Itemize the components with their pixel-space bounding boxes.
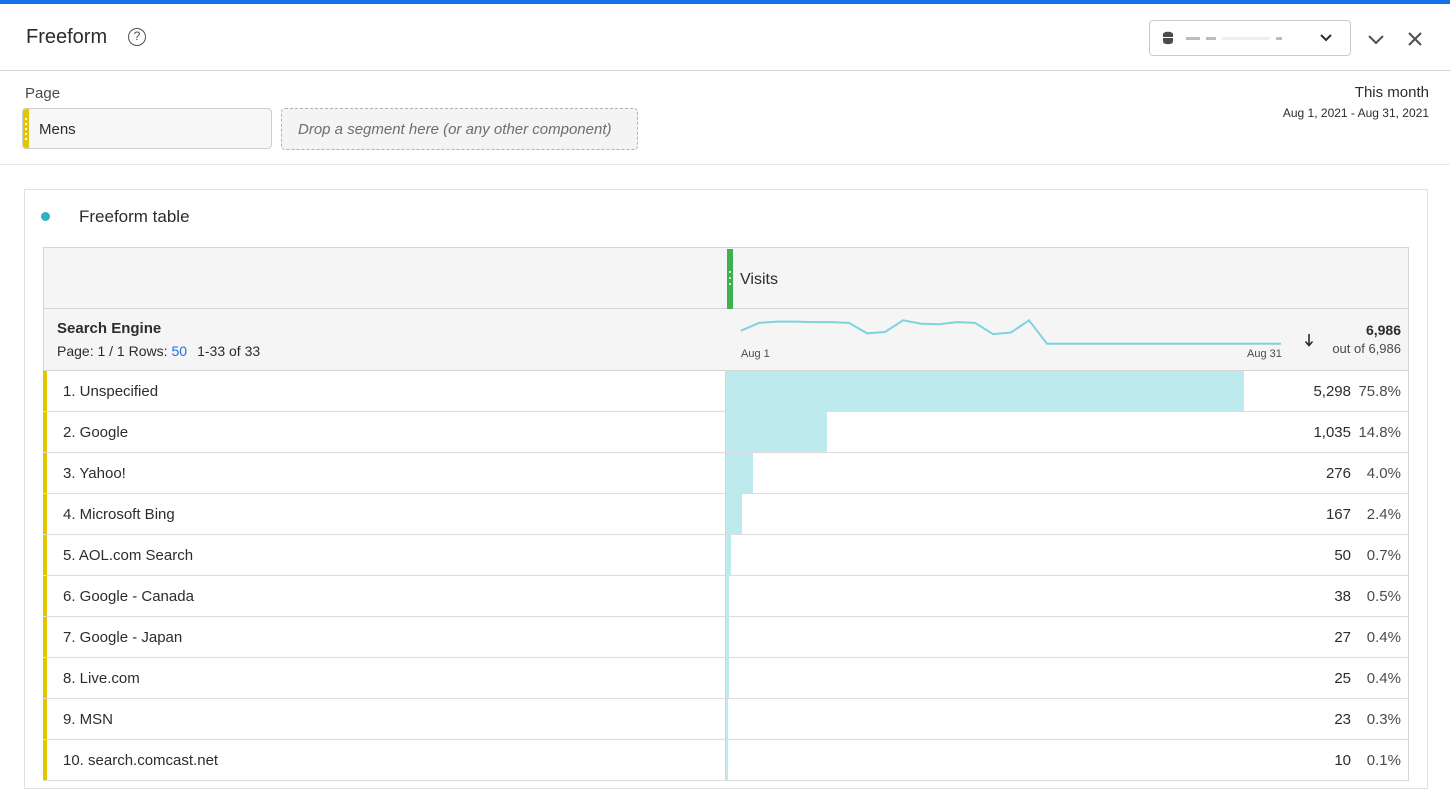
- metric-total-value: 6,986: [1365, 322, 1401, 338]
- sparkline-path: [740, 318, 1281, 345]
- page-title: Freeform: [26, 26, 108, 48]
- row-percent: 4.0%: [1366, 465, 1401, 482]
- row-segment-indicator: [43, 453, 47, 493]
- row-value-bar: [726, 617, 729, 657]
- row-value: 23: [1334, 711, 1351, 728]
- row-label[interactable]: 3. Yahoo!: [63, 465, 126, 482]
- row-percent: 0.1%: [1366, 752, 1401, 769]
- row-value-bar: [726, 535, 731, 575]
- row-segment-indicator: [43, 740, 47, 780]
- table-row[interactable]: 3. Yahoo! 276 4.0%: [43, 453, 1409, 494]
- page-segment-label: Page: [25, 85, 61, 102]
- panel-header: Freeform ?: [0, 4, 1450, 71]
- visits-sparkline: [740, 318, 1281, 345]
- table-row[interactable]: 2. Google 1,035 14.8%: [43, 412, 1409, 453]
- row-value: 10: [1334, 752, 1351, 769]
- metric-total-sub: out of 6,986: [1332, 341, 1401, 356]
- row-value-bar: [726, 412, 827, 452]
- table-row[interactable]: 4. Microsoft Bing 167 2.4%: [43, 494, 1409, 535]
- rows-per-page-select[interactable]: 50: [172, 343, 188, 359]
- row-label[interactable]: 1. Unspecified: [63, 383, 158, 400]
- segment-drag-handle[interactable]: [23, 109, 29, 148]
- data-source-picker[interactable]: [1149, 20, 1351, 56]
- panel-title[interactable]: Freeform table: [79, 207, 190, 227]
- pager-page-text: Page: 1 / 1 Rows:: [57, 343, 168, 359]
- row-value: 27: [1334, 629, 1351, 646]
- row-label[interactable]: 8. Live.com: [63, 670, 140, 687]
- row-value: 50: [1334, 547, 1351, 564]
- row-value: 38: [1334, 588, 1351, 605]
- row-label[interactable]: 9. MSN: [63, 711, 113, 728]
- row-value: 167: [1325, 506, 1351, 523]
- metric-column-header[interactable]: Visits: [740, 271, 778, 289]
- metric-header-row: Visits: [43, 247, 1409, 310]
- close-icon[interactable]: [1407, 31, 1423, 47]
- row-percent: 75.8%: [1358, 383, 1401, 400]
- row-value: 5,298: [1313, 383, 1351, 400]
- row-percent: 2.4%: [1366, 506, 1401, 523]
- row-segment-indicator: [43, 699, 47, 739]
- table-row[interactable]: 6. Google - Canada 38 0.5%: [43, 576, 1409, 617]
- row-segment-indicator: [43, 371, 47, 411]
- row-label[interactable]: 2. Google: [63, 424, 128, 441]
- row-value-bar: [726, 658, 729, 698]
- row-segment-indicator: [43, 576, 47, 616]
- panel-status-dot: [41, 212, 50, 221]
- dimension-name[interactable]: Search Engine: [57, 320, 161, 337]
- dimension-header-row: Search Engine Page: 1 / 1 Rows: 50 1-33 of…: [43, 309, 1409, 371]
- row-label[interactable]: 4. Microsoft Bing: [63, 506, 175, 523]
- table-row[interactable]: 5. AOL.com Search 50 0.7%: [43, 535, 1409, 576]
- metric-drag-handle[interactable]: [727, 249, 733, 310]
- row-percent: 0.7%: [1366, 547, 1401, 564]
- row-value-bar: [726, 453, 753, 493]
- segment-chip-mens[interactable]: Mens: [22, 108, 272, 149]
- pagination: Page: 1 / 1 Rows: 50 1-33 of 33: [57, 343, 260, 359]
- row-value-bar: [726, 371, 1244, 411]
- row-segment-indicator: [43, 658, 47, 698]
- database-icon: [1163, 31, 1173, 45]
- segment-chip-label: Mens: [39, 121, 76, 138]
- row-label[interactable]: 5. AOL.com Search: [63, 547, 193, 564]
- data-source-label: [1186, 30, 1306, 46]
- sparkline-start-label: Aug 1: [741, 348, 770, 360]
- table-row[interactable]: 9. MSN 23 0.3%: [43, 699, 1409, 740]
- row-value-bar: [726, 699, 728, 739]
- row-value-bar: [726, 740, 728, 780]
- help-icon[interactable]: ?: [128, 28, 146, 46]
- collapse-chevron-icon[interactable]: [1368, 34, 1384, 45]
- date-range-text[interactable]: Aug 1, 2021 - Aug 31, 2021: [1283, 106, 1429, 120]
- sparkline-end-label: Aug 31: [1247, 348, 1282, 360]
- chevron-down-icon: [1320, 34, 1332, 42]
- row-value: 25: [1334, 670, 1351, 687]
- table-row[interactable]: 1. Unspecified 5,298 75.8%: [43, 371, 1409, 412]
- row-segment-indicator: [43, 617, 47, 657]
- row-percent: 14.8%: [1358, 424, 1401, 441]
- pager-range-text: 1-33 of 33: [197, 343, 261, 359]
- row-segment-indicator: [43, 412, 47, 452]
- row-percent: 0.4%: [1366, 629, 1401, 646]
- table-row[interactable]: 10. search.comcast.net 10 0.1%: [43, 740, 1409, 781]
- row-value-bar: [726, 576, 729, 616]
- drop-zone-placeholder: Drop a segment here (or any other compon…: [298, 121, 612, 138]
- row-segment-indicator: [43, 494, 47, 534]
- table-row[interactable]: 7. Google - Japan 27 0.4%: [43, 617, 1409, 658]
- row-percent: 0.5%: [1366, 588, 1401, 605]
- row-percent: 0.4%: [1366, 670, 1401, 687]
- row-value-bar: [726, 494, 742, 534]
- row-percent: 0.3%: [1366, 711, 1401, 728]
- row-label[interactable]: 7. Google - Japan: [63, 629, 182, 646]
- row-label[interactable]: 6. Google - Canada: [63, 588, 194, 605]
- sort-descending-icon[interactable]: [1304, 333, 1314, 347]
- row-value: 1,035: [1313, 424, 1351, 441]
- segment-bar: Page Mens Drop a segment here (or any ot…: [0, 71, 1450, 165]
- segment-drop-zone[interactable]: Drop a segment here (or any other compon…: [281, 108, 638, 150]
- row-label[interactable]: 10. search.comcast.net: [63, 752, 218, 769]
- table-row[interactable]: 8. Live.com 25 0.4%: [43, 658, 1409, 699]
- date-range-preset[interactable]: This month: [1355, 84, 1429, 101]
- row-segment-indicator: [43, 535, 47, 575]
- row-value: 276: [1325, 465, 1351, 482]
